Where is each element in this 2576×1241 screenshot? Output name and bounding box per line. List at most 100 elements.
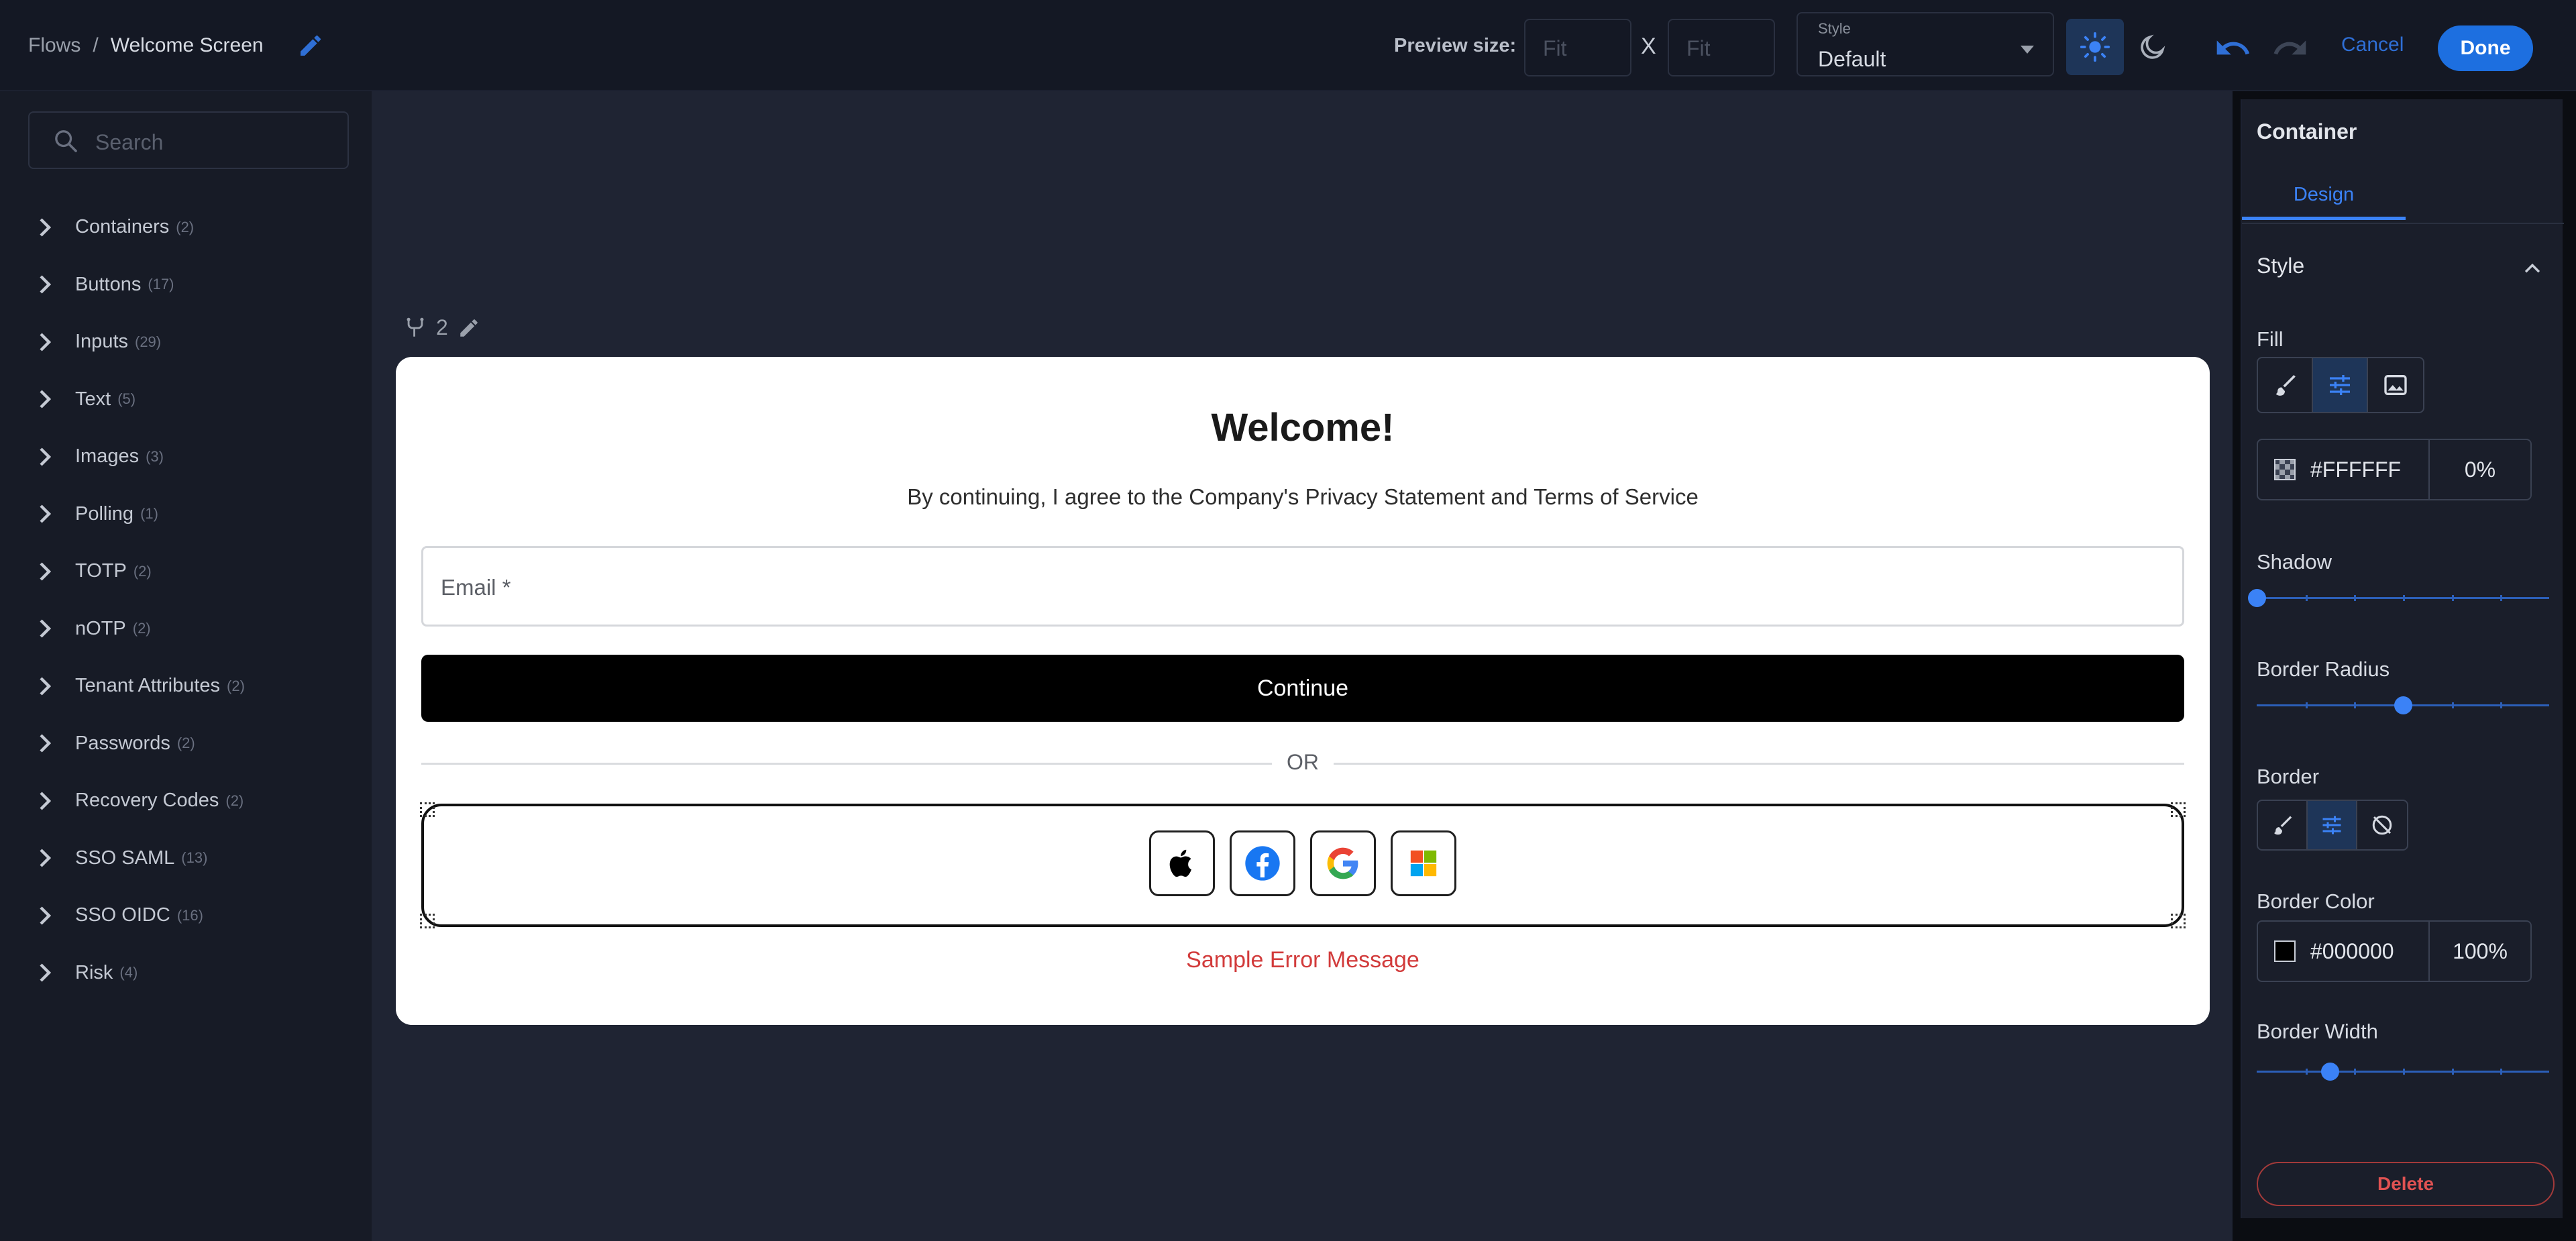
border-radius-slider[interactable]: [2257, 695, 2549, 715]
redo-icon[interactable]: [2271, 30, 2309, 67]
sidebar-item-label: Recovery Codes: [75, 790, 219, 812]
social-login-container[interactable]: [420, 802, 2186, 928]
shadow-label: Shadow: [2257, 550, 2332, 574]
sidebar-item-buttons[interactable]: Buttons (17): [0, 256, 372, 314]
done-button[interactable]: Done: [2438, 25, 2533, 71]
border-radius-label: Border Radius: [2257, 657, 2390, 681]
border-hex-input[interactable]: #000000: [2258, 922, 2430, 981]
chevron-right-icon: [38, 504, 56, 523]
sidebar-item-risk[interactable]: Risk (4): [0, 945, 372, 1002]
fill-color-field[interactable]: #FFFFFF 0%: [2257, 439, 2532, 500]
sidebar-item-totp[interactable]: TOTP (2): [0, 543, 372, 600]
sidebar-item-tenant-attributes[interactable]: Tenant Attributes (2): [0, 657, 372, 715]
pencil-icon[interactable]: [458, 317, 480, 339]
flow-badge: 2: [404, 315, 480, 340]
google-login-button[interactable]: [1310, 830, 1376, 896]
sidebar-item-count: (13): [181, 849, 208, 867]
border-solid-option[interactable]: [2258, 801, 2308, 849]
delete-button[interactable]: Delete: [2257, 1162, 2555, 1206]
email-placeholder: Email *: [441, 575, 511, 600]
sidebar-item-recovery-codes[interactable]: Recovery Codes (2): [0, 772, 372, 830]
search-placeholder: Search: [95, 130, 164, 154]
slider-thumb[interactable]: [2248, 589, 2266, 607]
fill-hex-input[interactable]: #FFFFFF: [2258, 440, 2430, 499]
breadcrumb-flows-link[interactable]: Flows: [28, 34, 80, 57]
fill-hex-value: #FFFFFF: [2310, 457, 2402, 482]
sidebar-item-polling[interactable]: Polling (1): [0, 486, 372, 543]
continue-button[interactable]: Continue: [421, 655, 2184, 722]
border-color-field[interactable]: #000000 100%: [2257, 920, 2532, 982]
sidebar-item-count: (2): [133, 562, 152, 580]
cancel-button[interactable]: Cancel: [2341, 34, 2404, 56]
border-width-slider[interactable]: [2257, 1061, 2549, 1081]
breadcrumb-current: Welcome Screen: [110, 34, 264, 56]
slider-tick: [2354, 595, 2357, 601]
tab-divider: [2242, 223, 2564, 224]
slider-tick: [2500, 595, 2503, 601]
sidebar-item-sso-oidc[interactable]: SSO OIDC (16): [0, 887, 372, 945]
slider-tick: [2500, 1069, 2503, 1075]
tab-design[interactable]: Design: [2242, 170, 2406, 220]
style-select[interactable]: Style Default: [1796, 12, 2054, 76]
sidebar-item-count: (5): [117, 390, 136, 408]
sidebar-item-count: (4): [119, 964, 138, 981]
slider-tick: [2354, 1069, 2357, 1075]
selection-handle[interactable]: [420, 802, 435, 817]
fill-solid-option[interactable]: [2258, 358, 2313, 412]
sidebar-item-label: TOTP: [75, 560, 127, 582]
dark-theme-button[interactable]: [2124, 19, 2182, 75]
google-icon: [1327, 847, 1358, 879]
sidebar-item-count: (2): [225, 792, 244, 809]
microsoft-login-button[interactable]: [1391, 830, 1456, 896]
facebook-login-button[interactable]: [1230, 830, 1295, 896]
apple-login-button[interactable]: [1149, 830, 1215, 896]
sidebar-item-containers[interactable]: Containers (2): [0, 199, 372, 256]
fill-opacity-input[interactable]: 0%: [2430, 440, 2530, 499]
chevron-up-icon[interactable]: [2521, 258, 2544, 280]
fill-image-option[interactable]: [2368, 358, 2423, 412]
search-input[interactable]: Search: [28, 111, 349, 169]
pencil-icon[interactable]: [297, 32, 324, 59]
chevron-right-icon: [38, 677, 56, 696]
fill-adjust-option[interactable]: [2313, 358, 2368, 412]
sidebar-item-count: (2): [132, 620, 151, 637]
social-buttons-row: [424, 830, 2182, 896]
slider-thumb[interactable]: [2394, 696, 2412, 714]
email-field[interactable]: Email *: [421, 546, 2184, 627]
undo-icon[interactable]: [2214, 30, 2251, 67]
sidebar-item-notp[interactable]: nOTP (2): [0, 600, 372, 658]
shadow-slider[interactable]: [2248, 588, 2549, 608]
branch-icon: [407, 317, 424, 337]
chevron-right-icon: [38, 849, 56, 867]
sidebar-item-label: Buttons: [75, 273, 142, 295]
sidebar-item-text[interactable]: Text (5): [0, 371, 372, 429]
selection-handle[interactable]: [2171, 914, 2186, 928]
sidebar-item-images[interactable]: Images (3): [0, 428, 372, 486]
sidebar-item-sso-saml[interactable]: SSO SAML (13): [0, 830, 372, 887]
properties-panel: Container Design Style Fill #FFFFFF 0% S…: [2241, 99, 2564, 1218]
brush-icon: [2275, 375, 2296, 396]
border-none-option[interactable]: [2357, 801, 2407, 849]
sidebar-item-label: Tenant Attributes: [75, 675, 221, 697]
sidebar-item-label: Text: [75, 388, 111, 410]
selection-handle[interactable]: [420, 914, 435, 928]
light-theme-button[interactable]: [2066, 19, 2124, 75]
border-hex-value: #000000: [2310, 938, 2394, 963]
sidebar-item-passwords[interactable]: Passwords (2): [0, 715, 372, 773]
sidebar-item-count: (17): [148, 276, 174, 293]
slider-thumb[interactable]: [2321, 1063, 2339, 1081]
chevron-right-icon: [38, 333, 56, 352]
preview-height-input[interactable]: Fit: [1668, 19, 1775, 76]
panel-title: Container: [2257, 119, 2357, 144]
selection-handle[interactable]: [2171, 802, 2186, 817]
border-opacity-input[interactable]: 100%: [2430, 922, 2530, 981]
chevron-right-icon: [38, 390, 56, 409]
chevron-down-icon: [2021, 46, 2034, 54]
sidebar-item-inputs[interactable]: Inputs (29): [0, 313, 372, 371]
border-adjust-option[interactable]: [2308, 801, 2357, 849]
welcome-card[interactable]: Welcome! By continuing, I agree to the C…: [396, 357, 2210, 1025]
sidebar-item-label: nOTP: [75, 617, 126, 639]
preview-width-input[interactable]: Fit: [1524, 19, 1631, 76]
sidebar-item-label: Images: [75, 445, 140, 468]
sun-icon: [2080, 32, 2110, 62]
